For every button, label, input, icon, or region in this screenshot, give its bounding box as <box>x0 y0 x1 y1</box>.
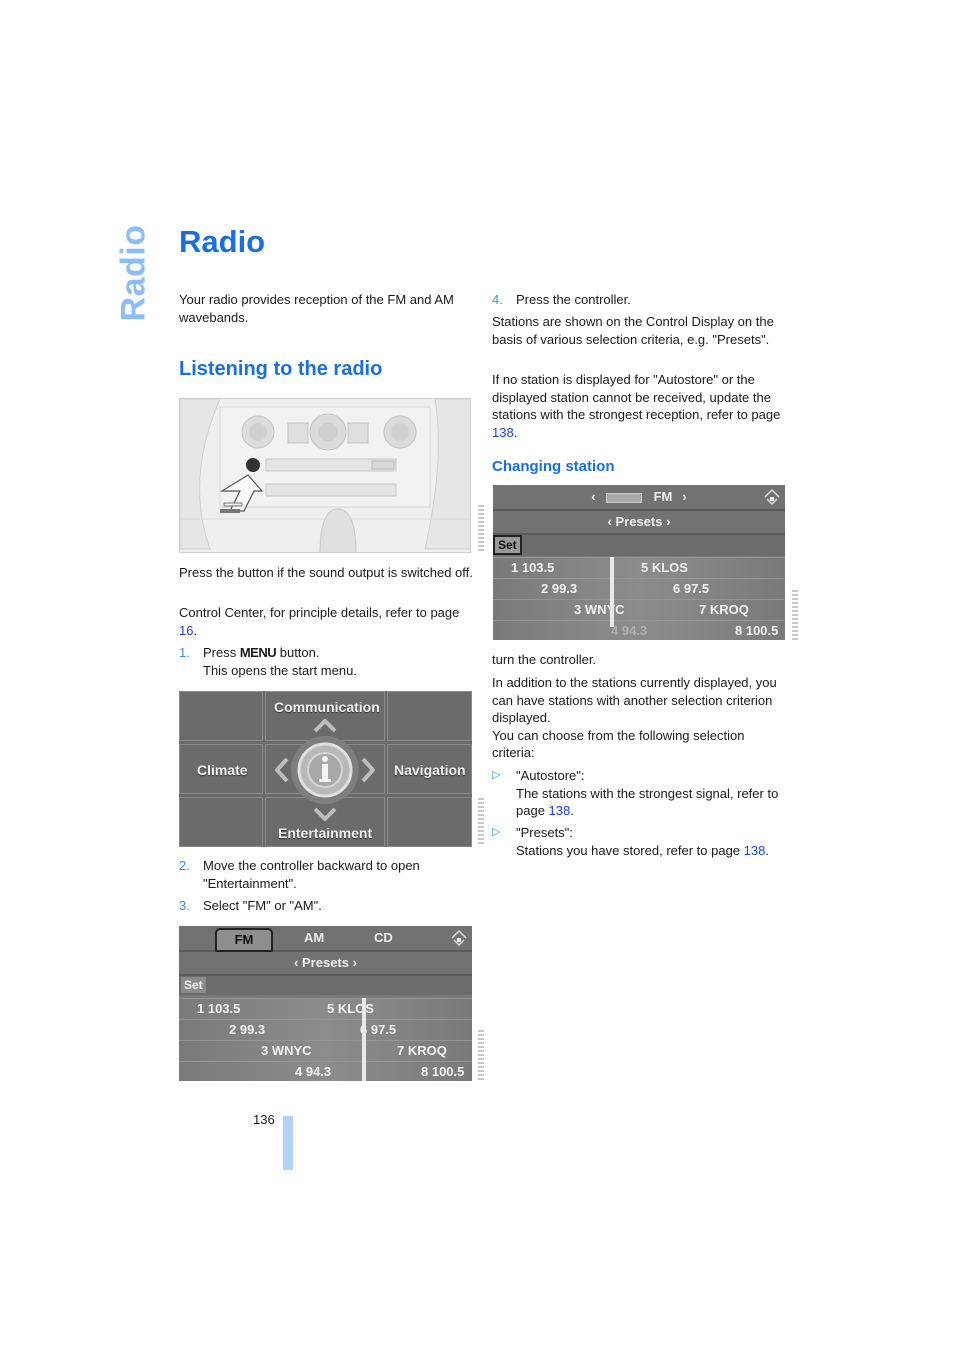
addition-text: In addition to the stations currently di… <box>492 675 777 760</box>
criterion-selector[interactable]: ‹ Presets › <box>493 511 785 535</box>
image-code-mark <box>792 590 798 640</box>
console-caption: Press the button if the sound output is … <box>179 565 473 580</box>
home-icon[interactable] <box>763 488 781 506</box>
radio-screen-band-select: FM AM CD ‹ Presets › Set 1 103.5 5 KLOS 2… <box>179 926 472 1081</box>
step-3: 3. Select "FM" or "AM". <box>179 898 322 913</box>
station-row[interactable]: 3 WNYC 7 KROQ <box>493 599 785 620</box>
station-row[interactable]: 4 94.3 8 100.5 <box>179 1061 472 1081</box>
stations-text: Stations are shown on the Control Displa… <box>492 314 774 347</box>
turn-text: turn the controller. <box>492 652 597 667</box>
menu-item-navigation[interactable]: Navigation <box>394 762 466 778</box>
console-illustration <box>179 398 471 553</box>
knob-right <box>383 415 417 449</box>
image-code-mark <box>478 1030 484 1080</box>
intro-text: Your radio provides reception of the FM … <box>179 292 454 325</box>
knob-center <box>309 413 347 451</box>
page-link-138[interactable]: 138 <box>744 843 766 858</box>
set-button[interactable]: Set <box>181 977 206 993</box>
tab-fm[interactable]: FM <box>215 928 273 952</box>
page-number: 136 <box>253 1112 275 1127</box>
home-icon[interactable] <box>450 929 468 947</box>
criterion-selector[interactable]: ‹ Presets › <box>179 952 472 976</box>
page-marker-bar <box>283 1116 293 1170</box>
image-code-mark <box>478 505 484 553</box>
criterion-item: ▷ "Presets": Stations you have stored, ref… <box>492 825 769 858</box>
tab-cd[interactable]: CD <box>374 930 393 945</box>
station-row[interactable]: 1 103.5 5 KLOS <box>179 998 472 1019</box>
menu-item-entertainment[interactable]: Entertainment <box>278 825 372 841</box>
page-link-138[interactable]: 138 <box>492 425 514 440</box>
station-row[interactable]: 3 WNYC 7 KROQ <box>179 1040 472 1061</box>
power-button <box>246 458 260 472</box>
side-chapter-tab: Radio <box>112 225 156 322</box>
station-row[interactable]: 2 99.3 6 97.5 <box>493 578 785 599</box>
menu-item-climate[interactable]: Climate <box>197 762 248 778</box>
page-link-138[interactable]: 138 <box>549 803 571 818</box>
page-title: Radio <box>179 224 266 259</box>
controller-info-icon[interactable] <box>275 719 375 821</box>
radio-screen-presets: ‹ FM › ‹ Presets › Set 1 103.5 5 KLOS 2 99.… <box>493 485 785 640</box>
side-chapter-label: Radio <box>114 224 153 322</box>
menu-key-label: MENU <box>239 645 277 660</box>
section-heading-changing: Changing station <box>492 458 615 475</box>
band-graphic-icon <box>605 492 642 503</box>
band-selector[interactable]: ‹ FM › <box>493 485 785 511</box>
page-link-16[interactable]: 16 <box>179 623 193 638</box>
criterion-item: ▷ "Autostore": The stations with the stron… <box>492 768 779 818</box>
menu-item-communication[interactable]: Communication <box>274 699 380 715</box>
step-2: 2. Move the controller backward to open "… <box>179 858 420 891</box>
step-4: 4. Press the controller. <box>492 292 631 307</box>
control-center-ref: Control Center, for principle details, r… <box>179 605 460 638</box>
station-row[interactable]: 2 99.3 6 97.5 <box>179 1019 472 1040</box>
image-code-mark <box>478 798 484 846</box>
autostore-text: If no station is displayed for "Autostor… <box>492 372 781 440</box>
section-heading-listening: Listening to the radio <box>179 358 383 380</box>
bullet-triangle-icon: ▷ <box>492 769 501 781</box>
step-1: 1. Press MENU button. This opens the star… <box>179 645 357 678</box>
tab-am[interactable]: AM <box>304 930 324 945</box>
station-row[interactable]: 1 103.5 5 KLOS <box>493 557 785 578</box>
start-menu-screen: Communication Climate Navigation Enterta… <box>179 691 472 847</box>
station-row[interactable]: 4 94.3 8 100.5 <box>493 620 785 640</box>
list-divider <box>362 998 366 1081</box>
bullet-triangle-icon: ▷ <box>492 826 501 838</box>
set-button[interactable]: Set <box>493 535 522 555</box>
list-divider <box>610 557 614 627</box>
knob-left <box>241 415 275 449</box>
